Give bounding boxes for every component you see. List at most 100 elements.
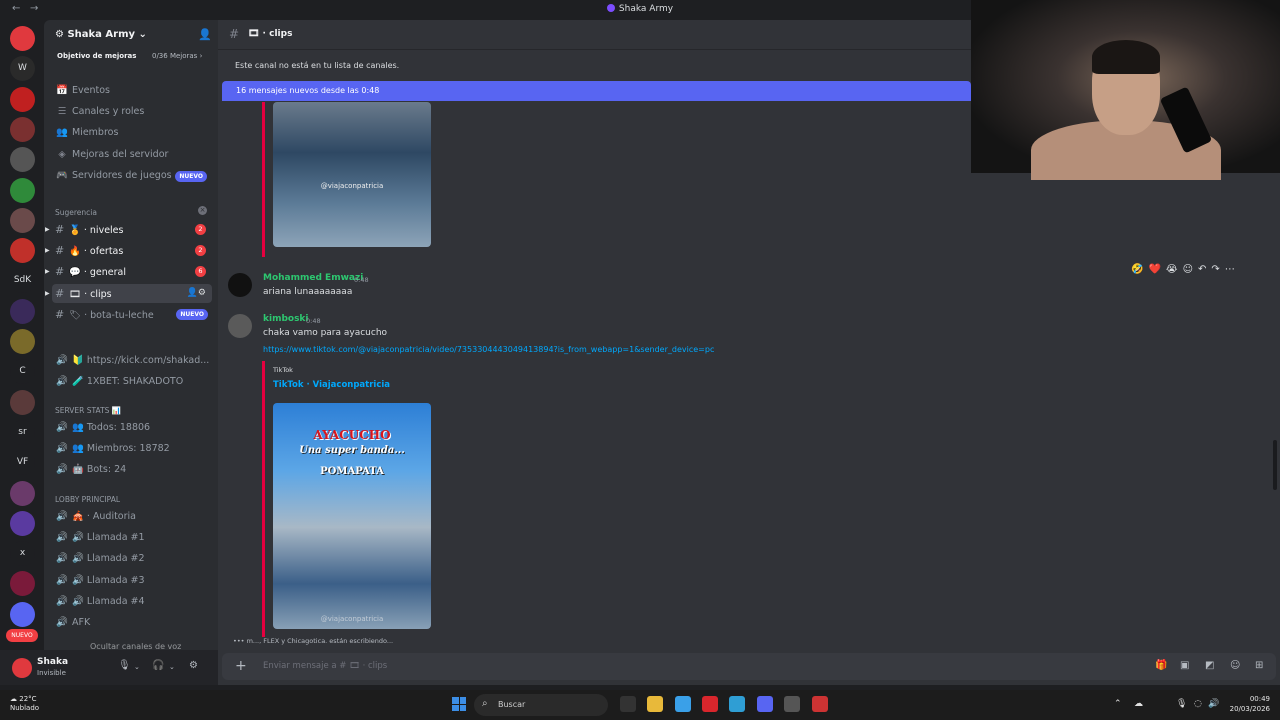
- server-icon[interactable]: [10, 510, 35, 536]
- lobby-category[interactable]: LOBBY PRINCIPAL: [55, 495, 120, 504]
- chevron-down-icon[interactable]: ⌄: [134, 663, 140, 671]
- emoji-heart-icon[interactable]: ❤️: [1148, 264, 1160, 275]
- gif-icon[interactable]: ▣: [1180, 660, 1189, 671]
- server-icon[interactable]: [10, 26, 35, 51]
- volume-icon[interactable]: 🔊: [1208, 699, 1219, 709]
- microphone-icon[interactable]: 🎙: [118, 660, 131, 671]
- channel-item-clips[interactable]: ▶ # 🎞 · clips 👤⚙: [45, 283, 212, 303]
- server-icon[interactable]: [10, 601, 35, 627]
- message-author[interactable]: kimboski: [263, 314, 309, 324]
- voice-channel[interactable]: 🔊 🔊 Llamada #1: [55, 529, 211, 547]
- channel-item-bota-tu-leche[interactable]: # 🏷 · bota-tu-leche NUEVO: [52, 305, 212, 324]
- voice-channel[interactable]: 🔊 🔊 Llamada #4: [55, 593, 211, 611]
- add-reaction-icon[interactable]: ☺: [1183, 264, 1193, 275]
- taskbar-search[interactable]: ⌕ Buscar: [474, 694, 608, 716]
- app-icon[interactable]: [784, 696, 800, 712]
- sidebar-item[interactable]: 📅 Eventos: [55, 82, 211, 100]
- voice-channel[interactable]: 🔊 🧪 1XBET: SHAKADOTO: [55, 373, 211, 391]
- app-icon[interactable]: [812, 696, 828, 712]
- tiktok-thumbnail[interactable]: AYACUCHO Una super banda... POMAPATA @vi…: [273, 403, 431, 629]
- server-icon[interactable]: [10, 329, 35, 354]
- server-icon[interactable]: VF: [10, 450, 35, 476]
- server-icon[interactable]: [10, 177, 35, 203]
- boost-goal-label[interactable]: Objetivo de mejoras: [57, 52, 136, 60]
- forward-icon[interactable]: ↷: [1211, 264, 1219, 275]
- chevron-up-icon[interactable]: ⌃: [1114, 699, 1122, 709]
- channel-item-ofertas[interactable]: ▶ # 🔥 · ofertas 2: [45, 241, 212, 260]
- server-icon[interactable]: [10, 571, 35, 597]
- emoji-icon[interactable]: ☺: [1230, 660, 1240, 671]
- embed-title[interactable]: TikTok · Viajaconpatricia: [273, 380, 390, 390]
- message-input[interactable]: Enviar mensaje a # 🎞 · clips: [263, 661, 387, 671]
- headphones-icon[interactable]: 🎧: [152, 660, 164, 671]
- voice-channel[interactable]: 🔊 🔊 Llamada #3: [55, 572, 211, 590]
- user-status: Invisible: [37, 669, 66, 677]
- boost-count[interactable]: 0/36 Mejoras ›: [152, 52, 202, 60]
- user-avatar[interactable]: [12, 658, 32, 678]
- emoji-laugh-icon[interactable]: 🤣: [1131, 264, 1143, 275]
- channel-item-general[interactable]: ▶ # 💬 · general 6: [45, 262, 212, 281]
- voice-channel[interactable]: 🔊 👥 Miembros: 18782: [55, 440, 211, 458]
- wps-icon[interactable]: [702, 696, 718, 712]
- message-composer[interactable]: + Enviar mensaje a # 🎞 · clips 🎁 ▣ ◩ ☺ ⊞: [222, 653, 1276, 680]
- weather-widget[interactable]: ☁ 22°C Nublado: [10, 695, 39, 713]
- gear-icon[interactable]: ⚙: [189, 660, 198, 671]
- server-icon[interactable]: x: [10, 541, 35, 567]
- sidebar-item[interactable]: ☰ Canales y roles: [55, 103, 211, 121]
- server-icon[interactable]: [10, 389, 35, 415]
- start-button[interactable]: [452, 697, 466, 711]
- server-icon[interactable]: [10, 238, 35, 264]
- emoji-cry-icon[interactable]: 😭: [1166, 264, 1178, 275]
- channel-settings-icons[interactable]: 👤⚙: [187, 284, 206, 303]
- server-icon[interactable]: C: [10, 359, 35, 385]
- voice-channel[interactable]: 🔊 🔰 https://kick.com/shakad...: [55, 352, 211, 370]
- sidebar-item[interactable]: 👥 Miembros: [55, 124, 211, 142]
- task-view-icon[interactable]: [620, 696, 636, 712]
- sticker-icon[interactable]: ◩: [1205, 660, 1214, 671]
- tiktok-thumbnail[interactable]: @viajaconpatricia: [273, 102, 431, 247]
- server-icon[interactable]: [10, 480, 35, 506]
- server-icon[interactable]: SdK: [10, 268, 35, 294]
- voice-channel[interactable]: 🔊 AFK: [55, 614, 211, 632]
- voice-channel[interactable]: 🔊 🤖 Bots: 24: [55, 461, 211, 479]
- watermark: @viajaconpatricia: [320, 615, 384, 623]
- invite-people-icon[interactable]: 👤: [198, 28, 212, 41]
- server-icon[interactable]: [10, 116, 35, 142]
- reply-icon[interactable]: ↶: [1198, 264, 1206, 275]
- sidebar-item[interactable]: 🎮 Servidores de juegos NUEVO: [55, 167, 211, 185]
- server-icon[interactable]: [10, 298, 35, 324]
- server-stats-category[interactable]: SERVER STATS 📊: [55, 406, 121, 415]
- voice-channel[interactable]: 🔊 🎪 · Auditoria: [55, 508, 211, 526]
- more-icon[interactable]: ⋯: [1225, 264, 1235, 275]
- voice-channel[interactable]: 🔊 👥 Todos: 18806: [55, 419, 211, 437]
- copilot-icon[interactable]: [675, 696, 691, 712]
- apps-icon[interactable]: ⊞: [1255, 660, 1263, 671]
- channel-item-niveles[interactable]: ▶ # 🏅 · niveles 2: [45, 220, 212, 239]
- wifi-icon[interactable]: ◌: [1194, 699, 1202, 709]
- scrollbar[interactable]: [1273, 440, 1277, 490]
- close-suggestion-icon[interactable]: ×: [198, 206, 207, 215]
- message-author[interactable]: Mohammed Emwazi: [263, 273, 363, 283]
- server-icon[interactable]: sr: [10, 419, 35, 445]
- edge-icon[interactable]: [729, 696, 745, 712]
- server-name[interactable]: ⚙ Shaka Army ⌄: [55, 29, 147, 40]
- gift-icon[interactable]: 🎁: [1155, 660, 1167, 671]
- new-messages-bar[interactable]: 16 mensajes nuevos desde las 0:48: [222, 81, 971, 101]
- avatar[interactable]: [228, 314, 252, 338]
- chevron-down-icon[interactable]: ⌄: [169, 663, 175, 671]
- user-name[interactable]: Shaka: [37, 657, 68, 667]
- clock[interactable]: 00:49 20/03/2026: [1220, 694, 1270, 714]
- voice-channel[interactable]: 🔊 🔊 Llamada #2: [55, 550, 211, 568]
- message-link[interactable]: https://www.tiktok.com/@viajaconpatricia…: [263, 345, 714, 354]
- avatar[interactable]: [228, 273, 252, 297]
- file-explorer-icon[interactable]: [647, 696, 663, 712]
- plus-icon[interactable]: +: [235, 658, 247, 674]
- server-icon[interactable]: [10, 207, 35, 233]
- onedrive-icon[interactable]: ☁: [1134, 699, 1143, 709]
- server-icon[interactable]: W: [10, 56, 35, 82]
- sidebar-item[interactable]: ◈ Mejoras del servidor: [55, 146, 211, 164]
- server-icon[interactable]: [10, 147, 35, 173]
- mic-tray-icon[interactable]: 🎙: [1176, 699, 1187, 709]
- server-icon[interactable]: [10, 86, 35, 112]
- discord-icon[interactable]: [757, 696, 773, 712]
